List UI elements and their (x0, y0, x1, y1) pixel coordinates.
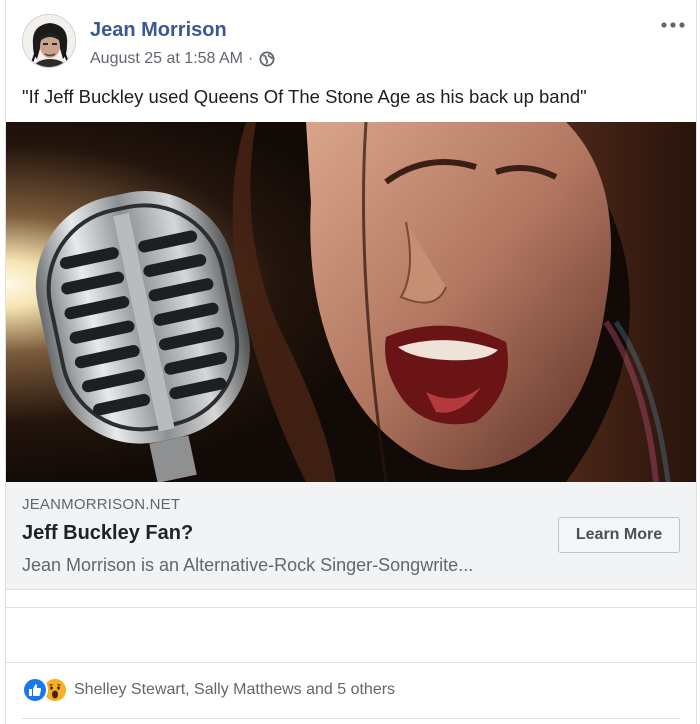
author-name[interactable]: Jean Morrison (90, 19, 227, 42)
like-icon[interactable] (22, 677, 48, 703)
singer-with-microphone-image (6, 122, 696, 482)
post-header: Jean Morrison August 25 at 1:58 AM · (22, 14, 685, 74)
link-description: Jean Morrison is an Alternative-Rock Sin… (22, 555, 474, 575)
divider (22, 718, 680, 719)
reactions-summary[interactable]: Shelley Stewart, Sally Matthews and 5 ot… (22, 677, 395, 703)
meta-separator: · (248, 50, 254, 67)
link-title[interactable]: Jeff Buckley Fan? (22, 522, 193, 545)
reaction-names[interactable]: Shelley Stewart, Sally Matthews and 5 ot… (74, 681, 395, 699)
divider (6, 607, 696, 608)
avatar-portrait (23, 15, 75, 67)
learn-more-button[interactable]: Learn More (558, 517, 680, 553)
link-preview-box[interactable]: JEANMORRISON.NET Jeff Buckley Fan? Jean … (6, 482, 696, 590)
post-text: "If Jeff Buckley used Queens Of The Ston… (22, 86, 587, 107)
post-meta: August 25 at 1:58 AM · (90, 50, 275, 68)
globe-icon[interactable] (259, 51, 275, 67)
divider (6, 662, 696, 663)
post-card: Jean Morrison August 25 at 1:58 AM · "If… (5, 0, 697, 724)
more-options-icon[interactable] (658, 14, 688, 36)
link-preview-image[interactable] (6, 122, 696, 482)
link-domain: JEANMORRISON.NET (22, 496, 181, 513)
avatar[interactable] (22, 14, 76, 68)
post-timestamp[interactable]: August 25 at 1:58 AM (90, 50, 243, 68)
